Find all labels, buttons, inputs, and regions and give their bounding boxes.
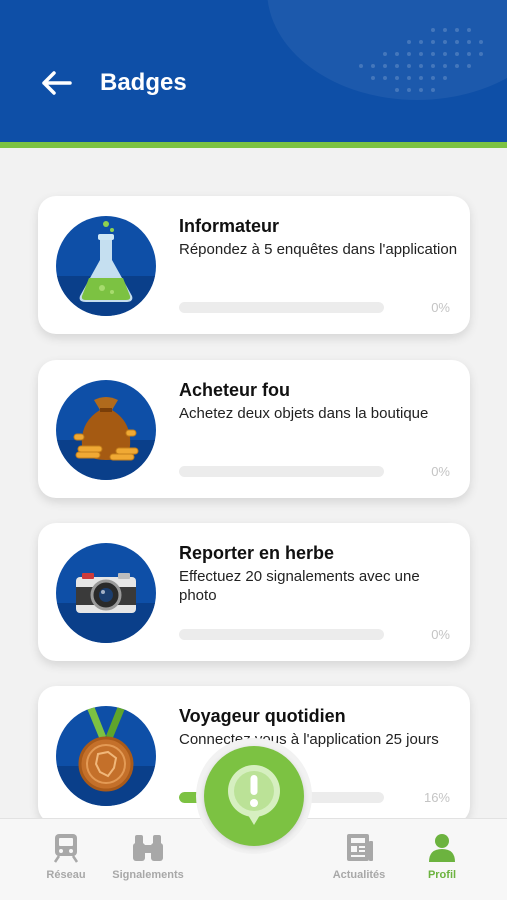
binoculars-icon: [133, 835, 163, 861]
report-fab-button[interactable]: [204, 746, 304, 846]
progress-bar: [179, 302, 384, 313]
exclamation-icon: [228, 765, 280, 825]
tab-profil[interactable]: Profil: [397, 833, 487, 881]
header: Badges: [0, 0, 507, 142]
badge-description: Effectuez 20 signalements avec une photo: [179, 568, 420, 604]
badge-description: Achetez deux objets dans la boutique: [179, 405, 429, 422]
badge-title: Reporter en herbe: [179, 543, 335, 563]
badge-description: Connectez vous à l'application 25 jours: [179, 731, 439, 748]
tab-actualites[interactable]: Actualités: [314, 833, 404, 881]
newspaper-icon: [347, 834, 373, 861]
money-bag-icon: [56, 380, 156, 480]
dots-pattern-icon: [359, 28, 483, 92]
flask-icon: [56, 216, 156, 316]
camera-icon: [56, 543, 156, 643]
tab-label: Signalements: [112, 869, 184, 881]
badge-card-acheteur-fou[interactable]: Acheteur fou Achetez deux objets dans la…: [38, 360, 470, 498]
page-title: Badges: [100, 69, 187, 96]
progress-percent: 0%: [431, 464, 450, 479]
tab-label: Réseau: [46, 869, 86, 881]
badge-card-informateur[interactable]: Informateur Répondez à 5 enquêtes dans l…: [38, 196, 470, 334]
medal-icon: [56, 706, 156, 806]
train-icon: [53, 834, 79, 863]
progress-percent: 0%: [431, 627, 450, 642]
tab-signalements[interactable]: Signalements: [103, 833, 193, 881]
badge-title: Voyageur quotidien: [179, 706, 346, 726]
header-accent-line: [0, 142, 507, 148]
arrow-left-icon: [42, 71, 72, 95]
progress-bar: [179, 629, 384, 640]
badge-description: Répondez à 5 enquêtes dans l'application: [179, 241, 458, 258]
back-button[interactable]: [38, 66, 74, 100]
tab-label: Profil: [427, 869, 457, 881]
person-icon: [429, 834, 455, 862]
badge-title: Acheteur fou: [179, 380, 291, 400]
tab-reseau[interactable]: Réseau: [21, 833, 111, 881]
progress-percent: 16%: [423, 790, 450, 805]
tab-label: Actualités: [332, 869, 386, 881]
badge-title: Informateur: [179, 216, 280, 236]
progress-percent: 0%: [431, 300, 450, 315]
progress-bar: [179, 466, 384, 477]
badge-card-reporter-en-herbe[interactable]: Reporter en herbe Effectuez 20 signaleme…: [38, 523, 470, 661]
